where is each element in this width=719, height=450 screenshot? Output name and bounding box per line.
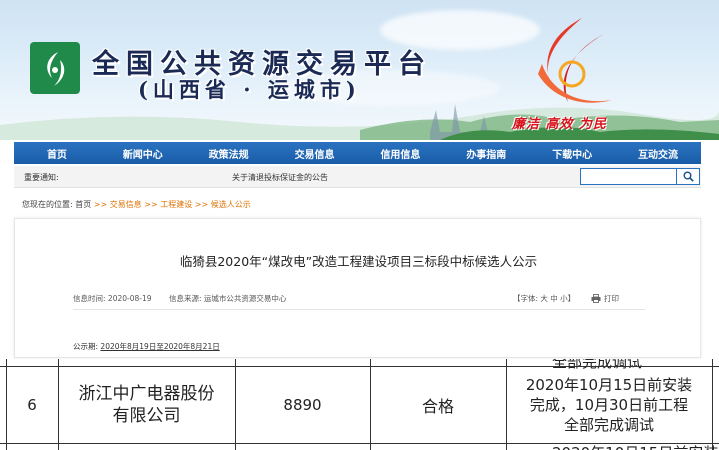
notice-label: 重要通知: [24,173,59,182]
table-cell-company: 浙江中广电器股份 有限公司 [58,367,235,443]
nav-item-news[interactable]: 新闻中心 [100,146,186,161]
nav-item-trade-info[interactable]: 交易信息 [272,146,358,161]
nav-item-credit-info[interactable]: 信用信息 [358,146,444,161]
article-source: 信息来源: 运城市公共资源交易中心 [169,293,286,304]
font-size-control[interactable]: 【字体: 大 中 小】 [513,293,575,304]
leaf-logo-icon [47,52,65,86]
meta-divider [73,309,645,310]
nav-item-guide[interactable]: 办事指南 [443,146,529,161]
notice-link[interactable]: 关于清退投标保证金的公告 [232,172,328,183]
breadcrumb-label: 您现在的位置: [22,200,73,209]
table-cell-price: 8890 [283,396,322,414]
breadcrumb-engineering[interactable]: 工程建设 [160,200,192,209]
breadcrumb-separator: >> [194,200,209,209]
table-cell-status: 合格 [421,397,454,416]
article-date: 信息时间: 2020-08-19 [73,293,152,304]
article-title: 临猗县2020年“煤改电”改造工程建设项目三标段中标候选人公示 [179,254,538,269]
breadcrumb-separator: >> [144,200,158,209]
search-input[interactable] [580,168,678,185]
table-cell-fragment: 2020年10月15日前安装 [552,442,718,450]
breadcrumb-candidates[interactable]: 候选人公示 [211,200,251,209]
notice-bar: 重要通知: 关于清退投标保证金的公告 [14,166,701,188]
period-start: 2020年8月19日 [100,342,157,351]
search-button[interactable] [676,168,700,185]
table-cell-index: 6 [27,396,37,414]
nav-item-interaction[interactable]: 互动交流 [615,146,701,161]
site-subtitle: (山西省 · 运城市) [138,77,361,102]
nav-item-download[interactable]: 下载中心 [529,146,615,161]
breadcrumb-separator: >> [93,200,108,209]
source-label: 信息来源: [169,294,202,303]
main-nav: 首页 新闻中心 政策法规 交易信息 信用信息 办事指南 下载中心 互动交流 [14,142,701,164]
period-label: 公示期: [73,342,99,351]
plan-line1: 2020年10月15日前安装 [525,376,693,394]
company-name-line2: 有限公司 [112,406,181,426]
ribbon-logo-icon [538,18,612,103]
company-name-line1: 浙江中广电器股份 [78,384,215,404]
breadcrumb-home[interactable]: 首页 [75,200,91,209]
table-cell-plan: 2020年10月15日前安装 完成，10月30日前工程 全部完成调试 [506,367,712,443]
source-value: 运城市公共资源交易中心 [203,294,287,303]
print-label: 打印 [604,294,619,303]
print-button[interactable]: 打印 [591,293,619,304]
nav-item-home[interactable]: 首页 [14,146,100,161]
breadcrumb: 您现在的位置: 首页 >> 交易信息 >> 工程建设 >> 候选人公示 [22,199,251,210]
plan-line2: 完成，10月30日前工程 [529,396,689,414]
breadcrumb-trade-info[interactable]: 交易信息 [110,200,142,209]
nav-item-policy[interactable]: 政策法规 [186,146,272,161]
plan-line3: 全部完成调试 [563,416,654,434]
period-end: 2020年8月21日 [163,342,220,351]
site-banner: 全国公共资源交易平台 (山西省 · 运城市) 廉洁 高效 为民 [0,0,719,140]
date-value: 2020-08-19 [107,294,152,303]
period-to: 至 [156,342,164,351]
article-card: 临猗县2020年“煤改电”改造工程建设项目三标段中标候选人公示 信息时间: 20… [14,218,701,358]
publicity-period: 公示期: 2020年8月19日至2020年8月21日 [73,341,220,352]
candidate-table: 全部完成调试 6 浙江中广电器股份 有限公司 8890 合格 2020年10月1… [0,359,719,450]
site-logo[interactable] [30,42,80,94]
date-label: 信息时间: [73,294,106,303]
printer-icon [591,294,601,303]
site-slogan: 廉洁 高效 为民 [512,117,608,132]
search-icon [683,171,694,182]
table-col-border [712,359,713,450]
